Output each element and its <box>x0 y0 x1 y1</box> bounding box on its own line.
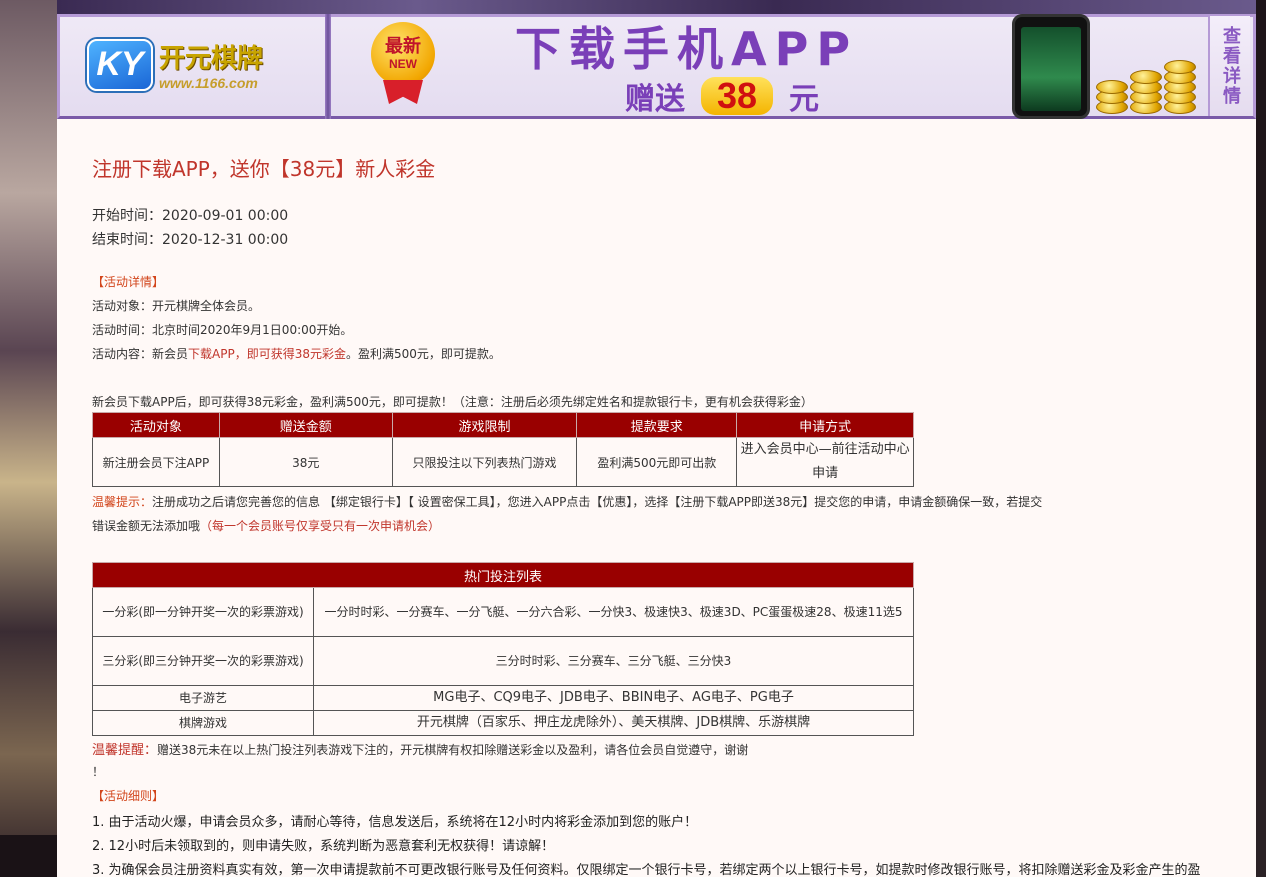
end-time: 结束时间：2020-12-31 00:00 <box>92 232 289 248</box>
table-cell: 新注册会员下注APP <box>92 437 220 487</box>
warning-label: 温馨提醒： <box>92 743 158 758</box>
brand-logo: KY 开元棋牌 www.1166.com <box>87 38 263 91</box>
table-header: 赠送金额 <box>218 412 393 438</box>
table-cell: MG电子、CQ9电子、JDB电子、BBIN电子、AG电子、PG电子 <box>313 685 914 711</box>
table-header: 提款要求 <box>576 412 738 438</box>
promo-terms-table: 活动对象 赠送金额 游戏限制 提款要求 申请方式 新注册会员下注APP 38元 … <box>92 412 914 487</box>
table-cell: 38元 <box>218 437 393 487</box>
reminder-text-2: 错误金额无法添加哦 <box>92 519 201 533</box>
hot-games-table: 热门投注列表 一分彩(即一分钟开奖一次的彩票游戏) 一分时时彩、一分赛车、一分飞… <box>92 562 914 736</box>
promo-title: 注册下载APP，送你【38元】新人彩金 <box>92 157 436 181</box>
banner-divider <box>325 14 331 119</box>
warning-text: 赠送38元未在以上热门投注列表游戏下注的，开元棋牌有权扣除赠送彩金以及盈利，请各… <box>157 743 749 757</box>
table-header: 活动对象 <box>92 412 220 438</box>
promo-note: 新会员下载APP后，即可获得38元彩金，盈利满500元，即可提款！（注意：注册后… <box>92 395 813 409</box>
table-cell: 盈利满500元即可出款 <box>576 437 738 487</box>
details-heading: 【活动详情】 <box>92 275 165 289</box>
rule-item: 2. 12小时后未领取到的，则申请失败，系统判断为恶意套利无权获得！请谅解！ <box>92 839 555 854</box>
table-cell: 三分时时彩、三分赛车、三分飞艇、三分快3 <box>313 636 914 686</box>
logo-text: 开元棋牌 www.1166.com <box>159 38 263 91</box>
content-suffix: 。盈利满500元，即可提款。 <box>345 347 501 361</box>
logo-badge: KY <box>87 38 153 91</box>
table-cell: 电子游艺 <box>92 685 314 711</box>
banner-subline: 赠送 38 元 <box>625 74 819 118</box>
activity-time: 活动时间：北京时间2020年9月1日00:00开始。 <box>92 323 353 337</box>
start-time: 开始时间：2020-09-01 00:00 <box>92 208 289 224</box>
decorative-background-right <box>1256 0 1266 877</box>
table-cell: 只限投注以下列表热门游戏 <box>391 437 578 487</box>
reminder: 温馨提示：注册成功之后请您完善您的信息 【绑定银行卡】【 设置密保工具】，您进入… <box>92 493 1042 510</box>
table-row: 电子游艺 MG电子、CQ9电子、JDB电子、BBIN电子、AG电子、PG电子 <box>92 685 914 711</box>
table-cell: 棋牌游戏 <box>92 710 314 736</box>
activity-target: 活动对象：开元棋牌全体会员。 <box>92 299 261 313</box>
reminder-label: 温馨提示： <box>92 495 153 509</box>
logo-name: 开元棋牌 <box>159 44 264 74</box>
rule-item: 1. 由于活动火爆，申请会员众多，请耐心等待，信息发送后，系统将在12小时内将彩… <box>92 815 698 830</box>
new-badge-english: NEW <box>389 57 417 71</box>
banner-top-border <box>57 0 1256 14</box>
new-badge-text: 最新 <box>385 36 421 57</box>
reminder-line-2: 错误金额无法添加哦（每一个会员账号仅享受只有一次申请机会） <box>92 517 440 534</box>
new-badge: 最新 NEW <box>371 22 435 86</box>
content-prefix: 活动内容：新会员 <box>92 347 189 361</box>
table-cell: 三分彩(即三分钟开奖一次的彩票游戏) <box>92 636 314 686</box>
phone-icon <box>1012 14 1090 119</box>
table-cell: 开元棋牌（百家乐、押庄龙虎除外）、美天棋牌、JDB棋牌、乐游棋牌 <box>313 710 914 736</box>
banner-sub-prefix: 赠送 <box>625 82 685 117</box>
promo-content-panel: 注册下载APP，送你【38元】新人彩金 开始时间：2020-09-01 00:0… <box>57 119 1256 877</box>
logo-url: www.1166.com <box>159 75 258 91</box>
decorative-background-left <box>0 0 57 877</box>
table-row: 一分彩(即一分钟开奖一次的彩票游戏) 一分时时彩、一分赛车、一分飞艇、一分六合彩… <box>92 587 914 637</box>
table-cell: 一分时时彩、一分赛车、一分飞艇、一分六合彩、一分快3、极速快3、极速3D、PC蛋… <box>313 587 914 637</box>
rule-item: 3. 为确保会员注册资料真实有效，第一次申请提款前不可更改银行账号及任何资料。仅… <box>92 863 1201 877</box>
phone-screen <box>1021 27 1081 111</box>
table-header: 游戏限制 <box>391 412 578 438</box>
promo-banner[interactable]: KY 开元棋牌 www.1166.com 最新 NEW 下载手机APP 赠送 3… <box>57 0 1256 119</box>
warning-line-2: ！ <box>92 765 105 779</box>
warning: 温馨提醒：赠送38元未在以上热门投注列表游戏下注的，开元棋牌有权扣除赠送彩金以及… <box>92 739 748 758</box>
banner-amount: 38 <box>701 75 774 116</box>
rules-heading: 【活动细则】 <box>92 789 165 803</box>
reminder-highlight: （每一个会员账号仅享受只有一次申请机会） <box>200 519 441 533</box>
coins-icon <box>1092 50 1202 116</box>
decorative-bottom-strip <box>0 835 57 877</box>
table-row: 棋牌游戏 开元棋牌（百家乐、押庄龙虎除外）、美天棋牌、JDB棋牌、乐游棋牌 <box>92 710 914 736</box>
table-header: 热门投注列表 <box>92 562 914 588</box>
content-highlight: 下载APP，即可获得38元彩金 <box>188 347 346 361</box>
table-row: 新注册会员下注APP 38元 只限投注以下列表热门游戏 盈利满500元即可出款 … <box>92 437 914 487</box>
reminder-text: 注册成功之后请您完善您的信息 【绑定银行卡】【 设置密保工具】，您进入APP点击… <box>152 495 1043 509</box>
activity-content: 活动内容：新会员下载APP，即可获得38元彩金。盈利满500元，即可提款。 <box>92 345 501 362</box>
banner-headline: 下载手机APP <box>515 22 859 76</box>
view-details-button[interactable]: 查看详情 <box>1208 16 1250 116</box>
table-header: 申请方式 <box>736 412 914 438</box>
apply-method-link[interactable]: 进入会员中心—前往活动中心申请 <box>736 437 914 487</box>
banner-sub-suffix: 元 <box>789 82 820 117</box>
table-row: 三分彩(即三分钟开奖一次的彩票游戏) 三分时时彩、三分赛车、三分飞艇、三分快3 <box>92 636 914 686</box>
table-cell: 一分彩(即一分钟开奖一次的彩票游戏) <box>92 587 314 637</box>
